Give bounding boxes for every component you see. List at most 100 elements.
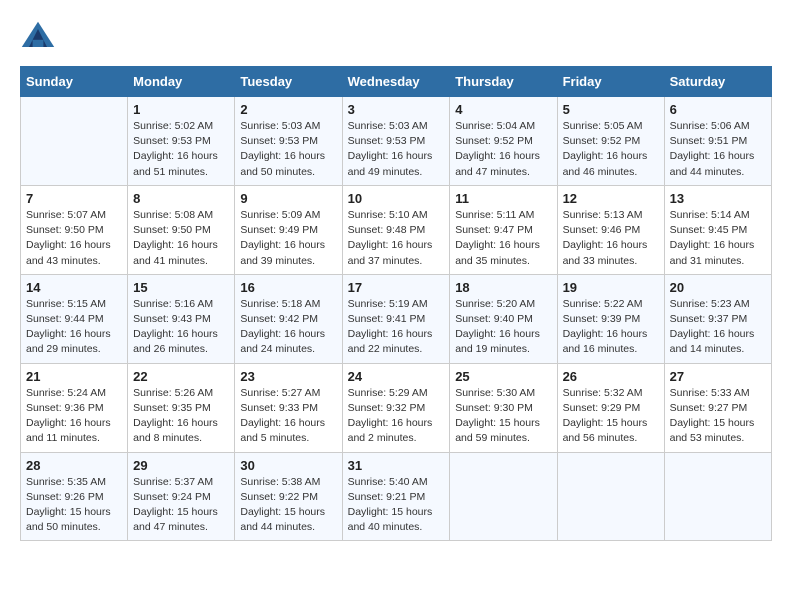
day-number: 4 xyxy=(455,102,551,117)
calendar-cell xyxy=(450,452,557,541)
day-info: Sunrise: 5:06 AM Sunset: 9:51 PM Dayligh… xyxy=(670,119,766,180)
calendar-cell xyxy=(21,97,128,186)
calendar-cell: 31Sunrise: 5:40 AM Sunset: 9:21 PM Dayli… xyxy=(342,452,450,541)
header-thursday: Thursday xyxy=(450,67,557,97)
day-number: 9 xyxy=(240,191,336,206)
day-info: Sunrise: 5:14 AM Sunset: 9:45 PM Dayligh… xyxy=(670,208,766,269)
calendar-cell: 3 Sunrise: 5:03 AM Sunset: 9:53 PM Daylig… xyxy=(342,97,450,186)
calendar-week-row: 1 Sunrise: 5:02 AM Sunset: 9:53 PM Daylig… xyxy=(21,97,772,186)
day-number: 21 xyxy=(26,369,122,384)
calendar-cell: 14 Sunrise: 5:15 AM Sunset: 9:44 PM Dayli… xyxy=(21,274,128,363)
calendar-cell: 27 Sunrise: 5:33 AM Sunset: 9:27 PM Dayli… xyxy=(664,363,771,452)
day-info: Sunrise: 5:16 AM Sunset: 9:43 PM Dayligh… xyxy=(133,297,229,358)
day-info: Sunrise: 5:29 AM Sunset: 9:32 PM Dayligh… xyxy=(348,386,445,447)
calendar-cell: 20 Sunrise: 5:23 AM Sunset: 9:37 PM Dayli… xyxy=(664,274,771,363)
day-number: 18 xyxy=(455,280,551,295)
logo xyxy=(20,20,62,56)
calendar-cell: 22 Sunrise: 5:26 AM Sunset: 9:35 PM Dayli… xyxy=(128,363,235,452)
header-friday: Friday xyxy=(557,67,664,97)
day-number: 5 xyxy=(563,102,659,117)
day-info: Sunrise: 5:37 AM Sunset: 9:24 PM Dayligh… xyxy=(133,475,229,536)
day-number: 10 xyxy=(348,191,445,206)
calendar-cell: 13 Sunrise: 5:14 AM Sunset: 9:45 PM Dayli… xyxy=(664,185,771,274)
calendar-cell: 24 Sunrise: 5:29 AM Sunset: 9:32 PM Dayli… xyxy=(342,363,450,452)
logo-icon xyxy=(20,20,56,56)
calendar-cell: 25 Sunrise: 5:30 AM Sunset: 9:30 PM Dayli… xyxy=(450,363,557,452)
day-number: 25 xyxy=(455,369,551,384)
day-number: 1 xyxy=(133,102,229,117)
calendar-cell: 23 Sunrise: 5:27 AM Sunset: 9:33 PM Dayli… xyxy=(235,363,342,452)
day-info: Sunrise: 5:38 AM Sunset: 9:22 PM Dayligh… xyxy=(240,475,336,536)
calendar-table: SundayMondayTuesdayWednesdayThursdayFrid… xyxy=(20,66,772,541)
day-number: 13 xyxy=(670,191,766,206)
day-info: Sunrise: 5:26 AM Sunset: 9:35 PM Dayligh… xyxy=(133,386,229,447)
calendar-cell: 8 Sunrise: 5:08 AM Sunset: 9:50 PM Daylig… xyxy=(128,185,235,274)
calendar-cell: 26Sunrise: 5:32 AM Sunset: 9:29 PM Dayli… xyxy=(557,363,664,452)
calendar-cell: 29Sunrise: 5:37 AM Sunset: 9:24 PM Dayli… xyxy=(128,452,235,541)
header-wednesday: Wednesday xyxy=(342,67,450,97)
day-info: Sunrise: 5:09 AM Sunset: 9:49 PM Dayligh… xyxy=(240,208,336,269)
day-number: 22 xyxy=(133,369,229,384)
calendar-week-row: 7 Sunrise: 5:07 AM Sunset: 9:50 PM Daylig… xyxy=(21,185,772,274)
day-number: 27 xyxy=(670,369,766,384)
calendar-cell: 5 Sunrise: 5:05 AM Sunset: 9:52 PM Daylig… xyxy=(557,97,664,186)
calendar-week-row: 28 Sunrise: 5:35 AM Sunset: 9:26 PM Dayli… xyxy=(21,452,772,541)
day-number: 31 xyxy=(348,458,445,473)
day-number: 12 xyxy=(563,191,659,206)
calendar-cell: 15 Sunrise: 5:16 AM Sunset: 9:43 PM Dayli… xyxy=(128,274,235,363)
calendar-header-row: SundayMondayTuesdayWednesdayThursdayFrid… xyxy=(21,67,772,97)
header-saturday: Saturday xyxy=(664,67,771,97)
day-info: Sunrise: 5:03 AM Sunset: 9:53 PM Dayligh… xyxy=(348,119,445,180)
header-monday: Monday xyxy=(128,67,235,97)
day-info: Sunrise: 5:20 AM Sunset: 9:40 PM Dayligh… xyxy=(455,297,551,358)
day-number: 17 xyxy=(348,280,445,295)
header-tuesday: Tuesday xyxy=(235,67,342,97)
day-info: Sunrise: 5:07 AM Sunset: 9:50 PM Dayligh… xyxy=(26,208,122,269)
day-info: Sunrise: 5:13 AM Sunset: 9:46 PM Dayligh… xyxy=(563,208,659,269)
calendar-week-row: 21 Sunrise: 5:24 AM Sunset: 9:36 PM Dayli… xyxy=(21,363,772,452)
day-info: Sunrise: 5:15 AM Sunset: 9:44 PM Dayligh… xyxy=(26,297,122,358)
day-number: 28 xyxy=(26,458,122,473)
calendar-cell: 30Sunrise: 5:38 AM Sunset: 9:22 PM Dayli… xyxy=(235,452,342,541)
day-info: Sunrise: 5:23 AM Sunset: 9:37 PM Dayligh… xyxy=(670,297,766,358)
day-info: Sunrise: 5:19 AM Sunset: 9:41 PM Dayligh… xyxy=(348,297,445,358)
day-number: 20 xyxy=(670,280,766,295)
calendar-cell xyxy=(557,452,664,541)
day-info: Sunrise: 5:35 AM Sunset: 9:26 PM Dayligh… xyxy=(26,475,122,536)
calendar-cell: 10 Sunrise: 5:10 AM Sunset: 9:48 PM Dayli… xyxy=(342,185,450,274)
day-number: 2 xyxy=(240,102,336,117)
calendar-cell: 17 Sunrise: 5:19 AM Sunset: 9:41 PM Dayli… xyxy=(342,274,450,363)
day-info: Sunrise: 5:30 AM Sunset: 9:30 PM Dayligh… xyxy=(455,386,551,447)
page-header xyxy=(20,20,772,56)
day-number: 16 xyxy=(240,280,336,295)
day-info: Sunrise: 5:02 AM Sunset: 9:53 PM Dayligh… xyxy=(133,119,229,180)
calendar-cell: 16Sunrise: 5:18 AM Sunset: 9:42 PM Dayli… xyxy=(235,274,342,363)
calendar-cell: 11 Sunrise: 5:11 AM Sunset: 9:47 PM Dayli… xyxy=(450,185,557,274)
calendar-cell: 18 Sunrise: 5:20 AM Sunset: 9:40 PM Dayli… xyxy=(450,274,557,363)
day-info: Sunrise: 5:11 AM Sunset: 9:47 PM Dayligh… xyxy=(455,208,551,269)
day-info: Sunrise: 5:22 AM Sunset: 9:39 PM Dayligh… xyxy=(563,297,659,358)
day-number: 6 xyxy=(670,102,766,117)
day-number: 7 xyxy=(26,191,122,206)
day-number: 15 xyxy=(133,280,229,295)
day-number: 23 xyxy=(240,369,336,384)
day-number: 19 xyxy=(563,280,659,295)
calendar-cell: 9 Sunrise: 5:09 AM Sunset: 9:49 PM Daylig… xyxy=(235,185,342,274)
calendar-cell: 6 Sunrise: 5:06 AM Sunset: 9:51 PM Daylig… xyxy=(664,97,771,186)
day-number: 24 xyxy=(348,369,445,384)
calendar-cell: 4 Sunrise: 5:04 AM Sunset: 9:52 PM Daylig… xyxy=(450,97,557,186)
calendar-cell: 1 Sunrise: 5:02 AM Sunset: 9:53 PM Daylig… xyxy=(128,97,235,186)
calendar-cell: 12 Sunrise: 5:13 AM Sunset: 9:46 PM Dayli… xyxy=(557,185,664,274)
day-info: Sunrise: 5:10 AM Sunset: 9:48 PM Dayligh… xyxy=(348,208,445,269)
day-info: Sunrise: 5:33 AM Sunset: 9:27 PM Dayligh… xyxy=(670,386,766,447)
day-number: 8 xyxy=(133,191,229,206)
day-info: Sunrise: 5:05 AM Sunset: 9:52 PM Dayligh… xyxy=(563,119,659,180)
day-info: Sunrise: 5:24 AM Sunset: 9:36 PM Dayligh… xyxy=(26,386,122,447)
day-number: 3 xyxy=(348,102,445,117)
day-number: 11 xyxy=(455,191,551,206)
day-info: Sunrise: 5:27 AM Sunset: 9:33 PM Dayligh… xyxy=(240,386,336,447)
calendar-cell: 19 Sunrise: 5:22 AM Sunset: 9:39 PM Dayli… xyxy=(557,274,664,363)
day-info: Sunrise: 5:04 AM Sunset: 9:52 PM Dayligh… xyxy=(455,119,551,180)
day-number: 14 xyxy=(26,280,122,295)
day-info: Sunrise: 5:08 AM Sunset: 9:50 PM Dayligh… xyxy=(133,208,229,269)
